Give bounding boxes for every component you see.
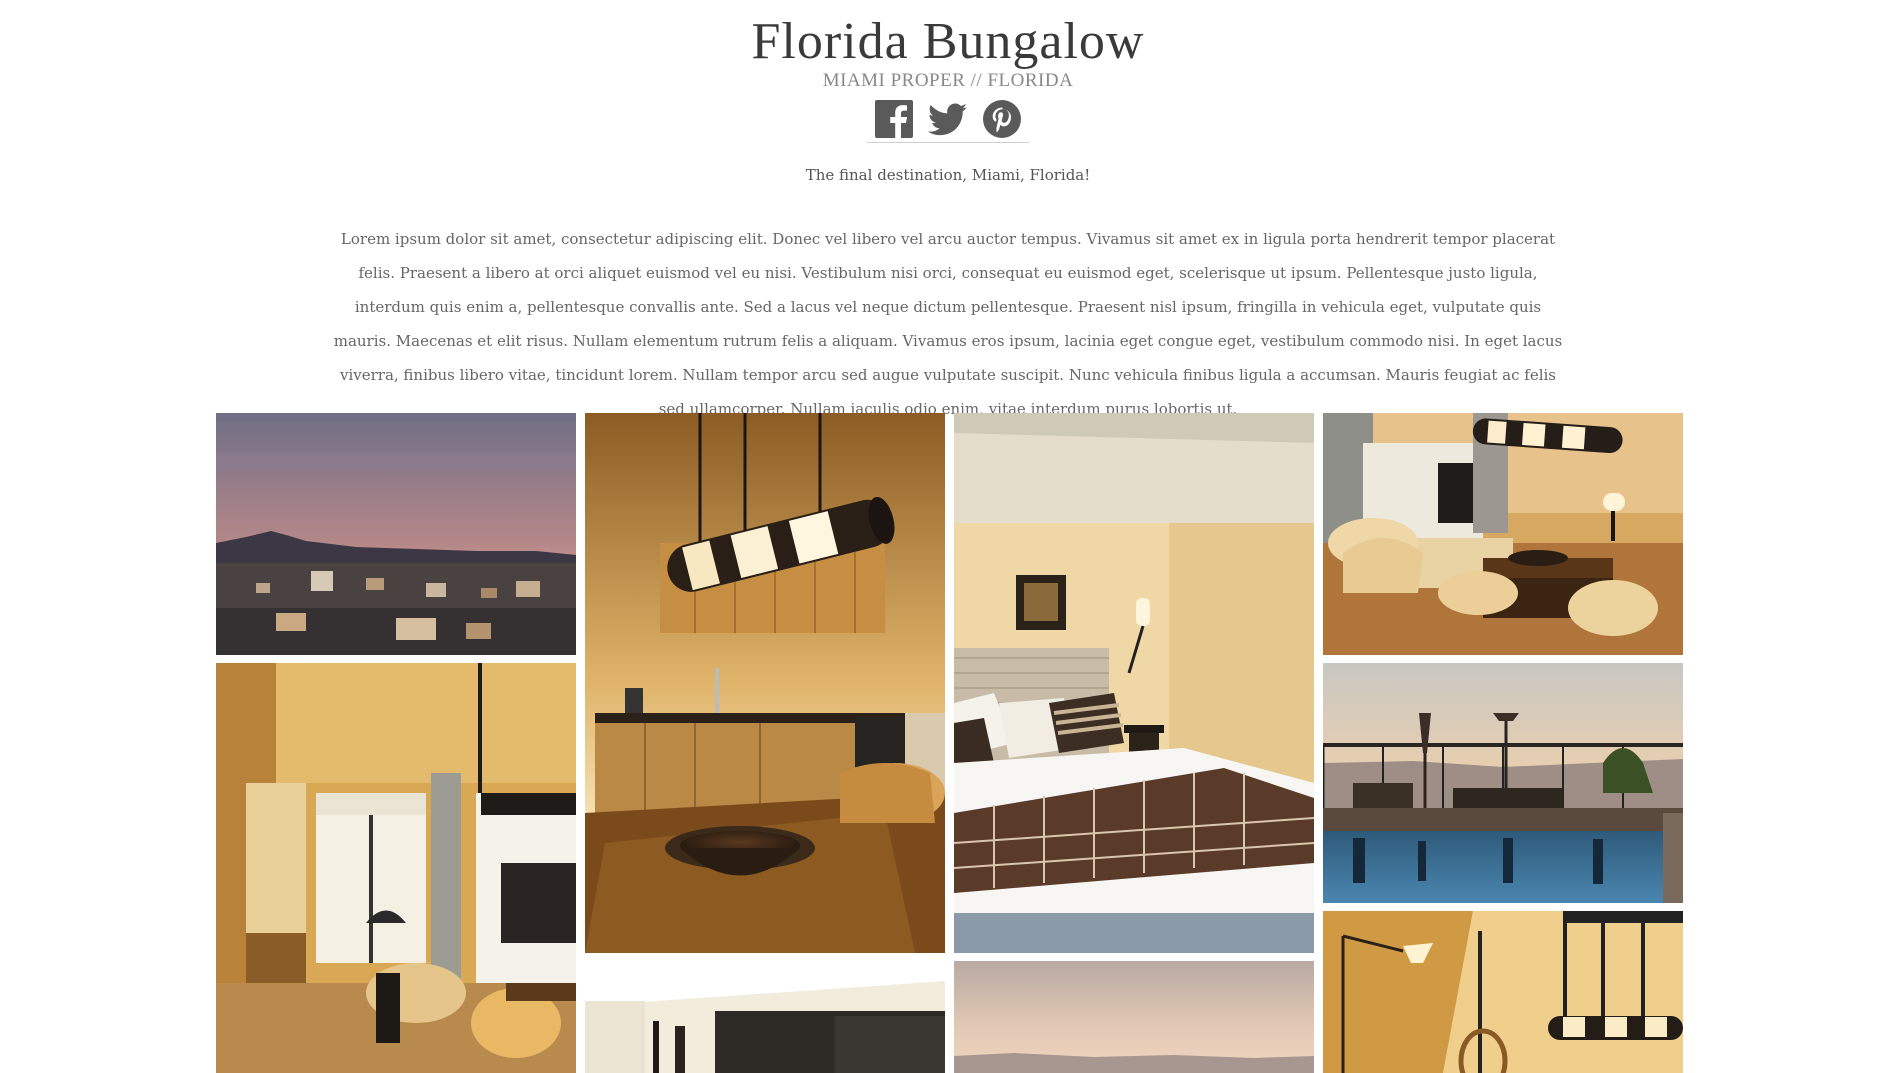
pinterest-link[interactable] [982,98,1022,140]
pinterest-icon [983,100,1021,138]
page-title: Florida Bungalow [751,13,1145,70]
social-links [867,98,1029,143]
dining-pendant-photo[interactable] [1323,911,1683,1073]
living-room-photo[interactable] [1323,413,1683,655]
kitchen-photo[interactable] [585,413,945,953]
description-paragraph: Lorem ipsum dolor sit amet, consectetur … [333,230,1563,418]
hallway-kitchen-photo[interactable] [216,663,576,1073]
rooftop-pool-photo[interactable] [1323,663,1683,903]
twitter-icon [928,103,967,136]
facebook-icon [875,100,913,139]
city-sunset-photo[interactable] [216,413,576,655]
page-subtitle: MIAMI PROPER // FLORIDA [822,70,1074,91]
bedroom-photo[interactable] [954,413,1314,953]
skyline-partial-photo[interactable] [954,961,1314,1073]
facebook-link[interactable] [874,98,914,140]
twitter-link[interactable] [928,98,968,140]
tagline: The final destination, Miami, Florida! [805,166,1091,184]
lounge-partial-photo[interactable] [585,961,945,1073]
